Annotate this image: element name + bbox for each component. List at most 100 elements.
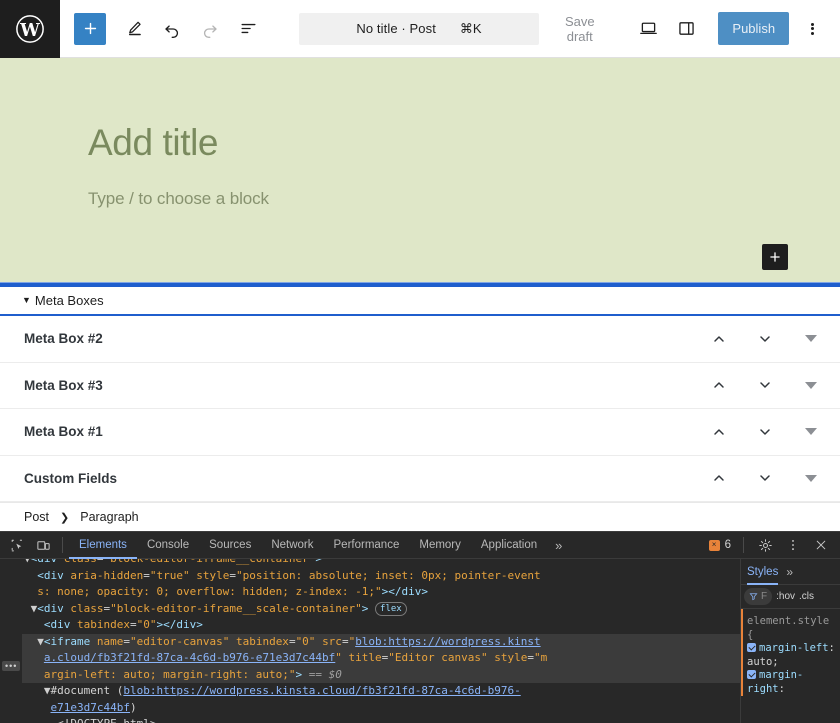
tab-memory[interactable]: Memory: [409, 532, 471, 559]
document-title: No title · Post: [356, 21, 436, 36]
document-title-bar[interactable]: No title · Post ⌘K: [299, 13, 539, 45]
save-draft-button[interactable]: Save draft: [539, 8, 621, 50]
gear-icon[interactable]: [752, 533, 778, 557]
tab-console[interactable]: Console: [137, 532, 199, 559]
dom-line: ▼<div class="block-editor-iframe__contai…: [22, 559, 740, 568]
meta-box-title: Meta Box #3: [24, 378, 696, 393]
toolbar-divider: [62, 537, 63, 553]
meta-box-actions: [696, 458, 840, 498]
meta-boxes-label: Meta Boxes: [35, 293, 104, 308]
inline-block-inserter-icon[interactable]: [762, 244, 788, 270]
dom-line: ▼#document (blob:https://wordpress.kinst…: [22, 683, 740, 700]
wordpress-logo-icon[interactable]: W: [0, 0, 60, 58]
breadcrumb-item-post[interactable]: Post: [24, 510, 49, 524]
tab-performance[interactable]: Performance: [324, 532, 410, 559]
toolbar-divider: [743, 537, 744, 553]
table-row[interactable]: Meta Box #1: [0, 409, 840, 456]
filter-input[interactable]: F: [744, 588, 772, 605]
tab-sources[interactable]: Sources: [199, 532, 261, 559]
devtools-body: ••• ▼<div class="block-editor-iframe__co…: [0, 559, 840, 723]
filter-funnel-icon: [749, 592, 758, 601]
breadcrumb: Post ❯ Paragraph: [0, 502, 840, 531]
hover-state-button[interactable]: :hov: [776, 591, 795, 602]
editor-canvas[interactable]: Add title Type / to choose a block: [0, 58, 840, 282]
devtools-toolbar-right: × 6: [705, 533, 834, 557]
dom-line: <div tabindex="0"></div>: [22, 617, 740, 634]
document-overview-icon[interactable]: [230, 11, 266, 47]
css-declaration[interactable]: margin-left: auto;: [747, 642, 836, 669]
triangle-down-icon[interactable]: [788, 412, 834, 452]
dom-line: <!DOCTYPE html>: [22, 716, 740, 723]
tab-styles[interactable]: Styles: [747, 559, 778, 585]
svg-text:W: W: [19, 20, 40, 40]
filter-placeholder: F: [761, 591, 767, 602]
css-declaration[interactable]: margin-right:: [747, 669, 836, 696]
chevron-down-icon[interactable]: [742, 319, 788, 359]
chevron-up-icon[interactable]: [696, 458, 742, 498]
paragraph-placeholder[interactable]: Type / to choose a block: [88, 161, 752, 209]
triangle-down-icon[interactable]: [788, 458, 834, 498]
flex-badge[interactable]: flex: [375, 602, 407, 616]
dom-line-selected: ▼<iframe name="editor-canvas" tabindex="…: [22, 634, 740, 651]
more-panes-icon[interactable]: »: [786, 565, 792, 579]
more-tabs-icon[interactable]: »: [547, 538, 569, 553]
css-value[interactable]: auto;: [747, 656, 779, 668]
dom-line: <div aria-hidden="true" style="position:…: [22, 568, 740, 585]
chevron-up-icon[interactable]: [696, 412, 742, 452]
dom-line: ▼<div class="block-editor-iframe__scale-…: [22, 601, 740, 618]
dom-gutter: •••: [0, 559, 22, 723]
kebab-menu-icon[interactable]: [780, 533, 806, 557]
preview-desktop-icon[interactable]: [631, 11, 666, 47]
chevron-up-icon[interactable]: [696, 319, 742, 359]
meta-box-title: Custom Fields: [24, 471, 696, 486]
checkbox-checked-icon[interactable]: [747, 643, 756, 652]
redo-icon[interactable]: [192, 11, 228, 47]
inspect-element-icon[interactable]: [4, 533, 30, 557]
error-count: 6: [725, 539, 731, 551]
add-block-icon[interactable]: [74, 13, 106, 45]
meta-box-actions: [696, 319, 840, 359]
publish-button[interactable]: Publish: [718, 12, 789, 45]
table-row[interactable]: Meta Box #3: [0, 363, 840, 410]
dom-line-selected: argin-left: auto; margin-right: auto;"> …: [22, 667, 740, 684]
edit-tools-icon[interactable]: [116, 11, 152, 47]
post-title-placeholder[interactable]: Add title: [88, 58, 752, 161]
chevron-down-icon[interactable]: [742, 365, 788, 405]
meta-box-title: Meta Box #2: [24, 331, 696, 346]
devtools-toolbar: Elements Console Sources Network Perform…: [0, 532, 840, 559]
dom-tree[interactable]: ▼<div class="block-editor-iframe__contai…: [22, 559, 740, 723]
table-row[interactable]: Custom Fields: [0, 456, 840, 503]
devtools-tabs: Elements Console Sources Network Perform…: [69, 532, 569, 559]
settings-sidebar-icon[interactable]: [669, 11, 704, 47]
class-toggle-button[interactable]: .cls: [799, 591, 814, 602]
toolbar-left-group: [60, 11, 266, 47]
meta-boxes-header[interactable]: ▼ Meta Boxes: [0, 287, 840, 316]
tab-application[interactable]: Application: [471, 532, 547, 559]
undo-icon[interactable]: [154, 11, 190, 47]
editor-top-bar: W: [0, 0, 840, 58]
table-row[interactable]: Meta Box #2: [0, 316, 840, 363]
tab-network[interactable]: Network: [261, 532, 323, 559]
meta-box-actions: [696, 412, 840, 452]
styles-rules[interactable]: element.style { margin-left: auto; margi…: [741, 609, 840, 696]
checkbox-checked-icon[interactable]: [747, 670, 756, 679]
chevron-down-icon[interactable]: [742, 458, 788, 498]
breadcrumb-item-paragraph[interactable]: Paragraph: [80, 510, 138, 524]
kebab-menu-icon[interactable]: [795, 11, 830, 47]
triangle-down-icon[interactable]: [788, 319, 834, 359]
chevron-up-icon[interactable]: [696, 365, 742, 405]
css-property[interactable]: margin-left: [759, 642, 829, 654]
chevron-down-icon[interactable]: [742, 412, 788, 452]
styles-pane: Styles » F :hov .cls element.style { mar…: [740, 559, 840, 723]
chevron-down-icon: ▼: [22, 296, 31, 305]
triangle-down-icon[interactable]: [788, 365, 834, 405]
tab-elements[interactable]: Elements: [69, 532, 137, 559]
node-menu-icon[interactable]: •••: [2, 661, 20, 671]
device-toolbar-icon[interactable]: [30, 533, 56, 557]
close-icon[interactable]: [808, 533, 834, 557]
command-shortcut-label: ⌘K: [460, 21, 482, 37]
error-badge-icon[interactable]: × 6: [705, 539, 735, 551]
error-square-icon: ×: [709, 540, 720, 551]
styles-filter-row: F :hov .cls: [741, 585, 840, 609]
toolbar-right-group: Save draft Publish: [539, 8, 840, 50]
